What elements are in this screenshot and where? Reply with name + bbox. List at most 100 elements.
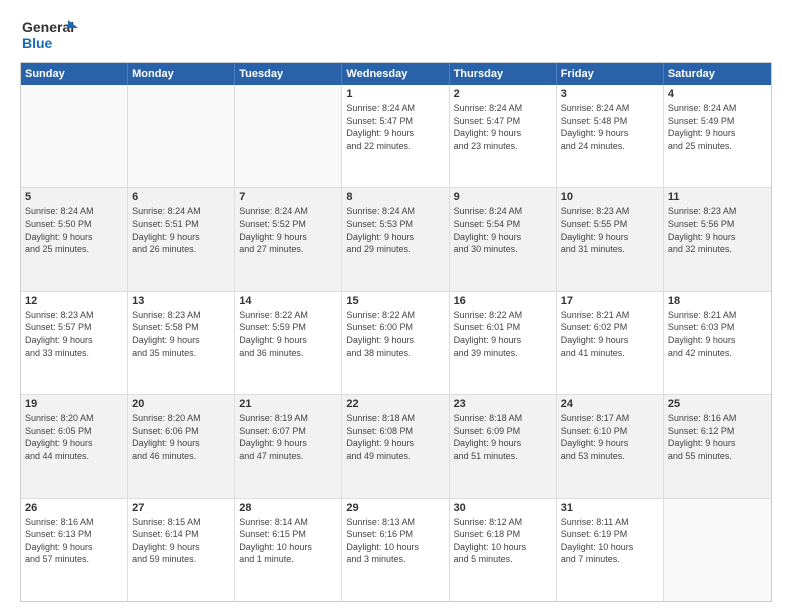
cell-text-line: and 33 minutes. xyxy=(25,347,123,360)
cal-cell-10-r1c5: 10Sunrise: 8:23 AMSunset: 5:55 PMDayligh… xyxy=(557,188,664,290)
cell-text-line: Sunset: 6:14 PM xyxy=(132,528,230,541)
day-number-19: 19 xyxy=(25,398,123,410)
cal-cell-23-r3c4: 23Sunrise: 8:18 AMSunset: 6:09 PMDayligh… xyxy=(450,395,557,497)
cell-text-line: and 3 minutes. xyxy=(346,553,444,566)
cell-text-line: Sunset: 6:18 PM xyxy=(454,528,552,541)
day-number-18: 18 xyxy=(668,295,767,307)
cell-text-line: and 25 minutes. xyxy=(25,243,123,256)
header-cell-tuesday: Tuesday xyxy=(235,63,342,85)
cal-cell-14-r2c2: 14Sunrise: 8:22 AMSunset: 5:59 PMDayligh… xyxy=(235,292,342,394)
cell-text-line: Daylight: 9 hours xyxy=(132,437,230,450)
cell-text-line: and 24 minutes. xyxy=(561,140,659,153)
cell-text-line: Daylight: 9 hours xyxy=(346,334,444,347)
cell-text-line: Sunrise: 8:24 AM xyxy=(25,205,123,218)
cell-text-line: and 49 minutes. xyxy=(346,450,444,463)
cell-text-line: Sunset: 5:56 PM xyxy=(668,218,767,231)
calendar-header-row: SundayMondayTuesdayWednesdayThursdayFrid… xyxy=(21,63,771,85)
cal-cell-19-r3c0: 19Sunrise: 8:20 AMSunset: 6:05 PMDayligh… xyxy=(21,395,128,497)
cal-cell-3-r0c5: 3Sunrise: 8:24 AMSunset: 5:48 PMDaylight… xyxy=(557,85,664,187)
day-number-24: 24 xyxy=(561,398,659,410)
cell-text-line: and 27 minutes. xyxy=(239,243,337,256)
day-number-9: 9 xyxy=(454,191,552,203)
page-header: General Blue xyxy=(20,16,772,54)
cal-cell-15-r2c3: 15Sunrise: 8:22 AMSunset: 6:00 PMDayligh… xyxy=(342,292,449,394)
cell-text-line: Sunrise: 8:24 AM xyxy=(132,205,230,218)
cell-text-line: Sunset: 6:05 PM xyxy=(25,425,123,438)
cal-cell-17-r2c5: 17Sunrise: 8:21 AMSunset: 6:02 PMDayligh… xyxy=(557,292,664,394)
cal-cell-22-r3c3: 22Sunrise: 8:18 AMSunset: 6:08 PMDayligh… xyxy=(342,395,449,497)
header-cell-monday: Monday xyxy=(128,63,235,85)
day-number-6: 6 xyxy=(132,191,230,203)
cell-text-line: Sunrise: 8:23 AM xyxy=(561,205,659,218)
day-number-10: 10 xyxy=(561,191,659,203)
header-cell-friday: Friday xyxy=(557,63,664,85)
cell-text-line: Sunrise: 8:16 AM xyxy=(668,412,767,425)
cal-cell-25-r3c6: 25Sunrise: 8:16 AMSunset: 6:12 PMDayligh… xyxy=(664,395,771,497)
cell-text-line: Sunset: 5:53 PM xyxy=(346,218,444,231)
cell-text-line: Daylight: 10 hours xyxy=(239,541,337,554)
cell-text-line: Sunrise: 8:24 AM xyxy=(346,102,444,115)
cell-text-line: and 7 minutes. xyxy=(561,553,659,566)
cal-cell-2-r0c4: 2Sunrise: 8:24 AMSunset: 5:47 PMDaylight… xyxy=(450,85,557,187)
cell-text-line: Daylight: 9 hours xyxy=(239,231,337,244)
day-number-17: 17 xyxy=(561,295,659,307)
calendar-page: General Blue SundayMondayTuesdayWednesda… xyxy=(0,0,792,612)
cell-text-line: and 26 minutes. xyxy=(132,243,230,256)
cell-text-line: and 5 minutes. xyxy=(454,553,552,566)
cell-text-line: Sunset: 6:13 PM xyxy=(25,528,123,541)
cell-text-line: Daylight: 9 hours xyxy=(346,437,444,450)
cal-cell-8-r1c3: 8Sunrise: 8:24 AMSunset: 5:53 PMDaylight… xyxy=(342,188,449,290)
cell-text-line: Sunrise: 8:24 AM xyxy=(668,102,767,115)
day-number-14: 14 xyxy=(239,295,337,307)
cell-text-line: Sunset: 5:54 PM xyxy=(454,218,552,231)
cal-cell-24-r3c5: 24Sunrise: 8:17 AMSunset: 6:10 PMDayligh… xyxy=(557,395,664,497)
cell-text-line: Sunrise: 8:20 AM xyxy=(25,412,123,425)
cell-text-line: Sunset: 5:47 PM xyxy=(346,115,444,128)
day-number-25: 25 xyxy=(668,398,767,410)
cell-text-line: Daylight: 9 hours xyxy=(561,437,659,450)
day-number-28: 28 xyxy=(239,502,337,514)
cell-text-line: Daylight: 9 hours xyxy=(454,437,552,450)
cell-text-line: and 47 minutes. xyxy=(239,450,337,463)
day-number-7: 7 xyxy=(239,191,337,203)
cal-cell-empty-r0c0 xyxy=(21,85,128,187)
cal-cell-20-r3c1: 20Sunrise: 8:20 AMSunset: 6:06 PMDayligh… xyxy=(128,395,235,497)
cell-text-line: and 57 minutes. xyxy=(25,553,123,566)
cell-text-line: Sunrise: 8:24 AM xyxy=(561,102,659,115)
cell-text-line: and 42 minutes. xyxy=(668,347,767,360)
cal-cell-16-r2c4: 16Sunrise: 8:22 AMSunset: 6:01 PMDayligh… xyxy=(450,292,557,394)
cell-text-line: Sunset: 6:15 PM xyxy=(239,528,337,541)
cell-text-line: Daylight: 9 hours xyxy=(25,231,123,244)
cell-text-line: Daylight: 9 hours xyxy=(132,541,230,554)
day-number-8: 8 xyxy=(346,191,444,203)
cell-text-line: Daylight: 9 hours xyxy=(561,127,659,140)
cell-text-line: and 41 minutes. xyxy=(561,347,659,360)
cell-text-line: Sunrise: 8:16 AM xyxy=(25,516,123,529)
day-number-4: 4 xyxy=(668,88,767,100)
cell-text-line: Sunrise: 8:22 AM xyxy=(454,309,552,322)
calendar-row-1: 1Sunrise: 8:24 AMSunset: 5:47 PMDaylight… xyxy=(21,85,771,188)
cell-text-line: Sunrise: 8:19 AM xyxy=(239,412,337,425)
cell-text-line: and 55 minutes. xyxy=(668,450,767,463)
cal-cell-6-r1c1: 6Sunrise: 8:24 AMSunset: 5:51 PMDaylight… xyxy=(128,188,235,290)
day-number-13: 13 xyxy=(132,295,230,307)
cell-text-line: Daylight: 9 hours xyxy=(239,437,337,450)
cal-cell-18-r2c6: 18Sunrise: 8:21 AMSunset: 6:03 PMDayligh… xyxy=(664,292,771,394)
logo: General Blue xyxy=(20,16,80,54)
cal-cell-31-r4c5: 31Sunrise: 8:11 AMSunset: 6:19 PMDayligh… xyxy=(557,499,664,601)
cal-cell-21-r3c2: 21Sunrise: 8:19 AMSunset: 6:07 PMDayligh… xyxy=(235,395,342,497)
cell-text-line: and 46 minutes. xyxy=(132,450,230,463)
day-number-31: 31 xyxy=(561,502,659,514)
day-number-16: 16 xyxy=(454,295,552,307)
cal-cell-empty-r4c6 xyxy=(664,499,771,601)
cell-text-line: Sunset: 6:06 PM xyxy=(132,425,230,438)
cell-text-line: Daylight: 9 hours xyxy=(668,231,767,244)
cell-text-line: Daylight: 10 hours xyxy=(561,541,659,554)
cal-cell-12-r2c0: 12Sunrise: 8:23 AMSunset: 5:57 PMDayligh… xyxy=(21,292,128,394)
cell-text-line: Sunset: 6:19 PM xyxy=(561,528,659,541)
cell-text-line: Sunset: 6:09 PM xyxy=(454,425,552,438)
cell-text-line: and 29 minutes. xyxy=(346,243,444,256)
cell-text-line: Sunset: 6:03 PM xyxy=(668,321,767,334)
cell-text-line: Sunrise: 8:17 AM xyxy=(561,412,659,425)
day-number-26: 26 xyxy=(25,502,123,514)
